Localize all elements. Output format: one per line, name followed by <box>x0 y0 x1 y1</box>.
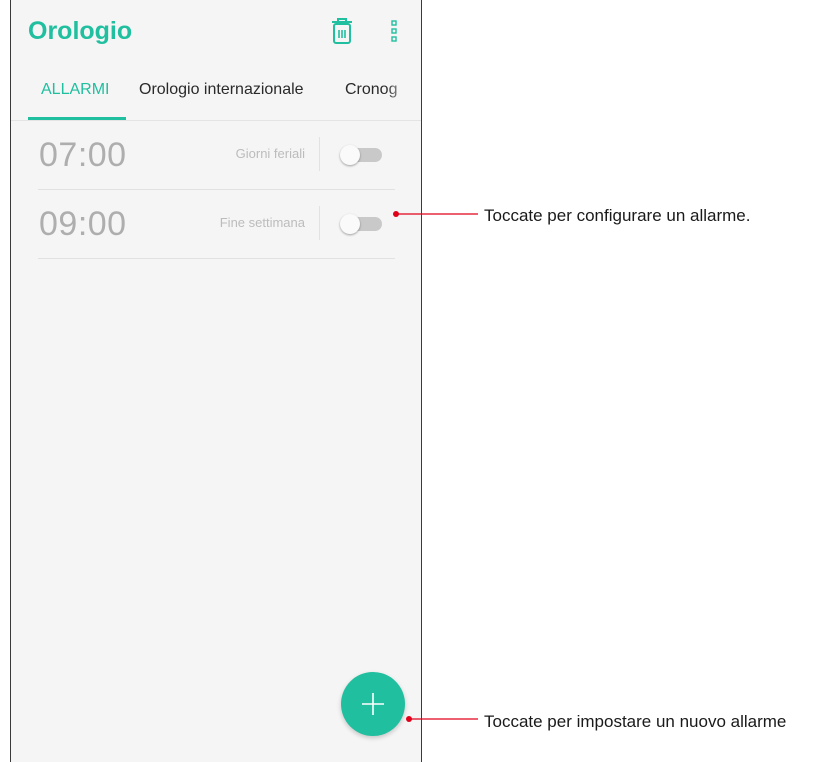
app-title: Orologio <box>28 17 133 45</box>
alarm-repeat-label: Fine settimana <box>219 215 305 230</box>
more-vertical-icon <box>391 20 397 42</box>
tab-world-clock[interactable]: Orologio internazionale <box>139 81 304 99</box>
add-alarm-button[interactable] <box>341 672 405 736</box>
alarm-toggle[interactable] <box>340 145 382 165</box>
alarm-row[interactable]: 09:00 Fine settimana <box>38 189 395 259</box>
phone-screen: Orologio ALLARMI Orologio internazionale… <box>10 0 422 762</box>
manual-page: Orologio ALLARMI Orologio internazionale… <box>0 0 838 762</box>
alarm-time: 09:00 <box>39 205 127 243</box>
more-options-button[interactable] <box>387 18 401 48</box>
tab-alarms[interactable]: ALLARMI <box>41 81 109 99</box>
delete-alarms-button[interactable] <box>329 16 355 46</box>
row-divider <box>319 137 320 171</box>
alarm-time: 07:00 <box>39 136 127 174</box>
tab-bar: ALLARMI Orologio internazionale Cronog <box>11 64 421 121</box>
app-bar: Orologio <box>11 0 421 64</box>
row-divider <box>319 206 320 240</box>
callout-new-alarm: Toccate per impostare un nuovo allarme <box>484 712 787 731</box>
alarm-repeat-label: Giorni feriali <box>235 146 305 161</box>
toggle-knob <box>340 214 360 234</box>
alarm-toggle[interactable] <box>340 214 382 234</box>
plus-icon <box>362 693 384 715</box>
callout-configure-alarm: Toccate per configurare un allarme. <box>484 206 751 225</box>
alarm-row[interactable]: 07:00 Giorni feriali <box>38 120 395 190</box>
toggle-knob <box>340 145 360 165</box>
tab-overflow-fade <box>385 64 421 119</box>
trash-icon <box>332 18 352 44</box>
